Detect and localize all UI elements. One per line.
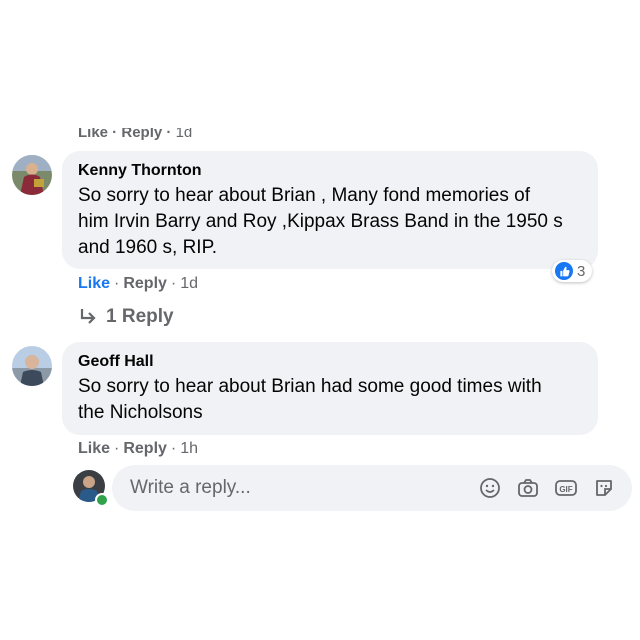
reaction-badge[interactable]: 3 bbox=[552, 260, 593, 282]
gif-icon[interactable]: GIF bbox=[554, 476, 578, 500]
comment-line: him Irvin Barry and Roy ,Kippax Brass Ba… bbox=[78, 211, 563, 232]
online-status-dot bbox=[95, 493, 109, 507]
comment-line: and 1960 s, RIP. bbox=[78, 237, 218, 258]
comment-author[interactable]: Geoff Hall bbox=[78, 352, 584, 372]
comment-line: So sorry to hear about Brian had some go… bbox=[78, 376, 542, 397]
emoji-icon[interactable] bbox=[478, 476, 502, 500]
reply-composer: GIF bbox=[112, 465, 632, 511]
comment-line: So sorry to hear about Brian , Many fond… bbox=[78, 185, 530, 206]
like-link[interactable]: Like bbox=[78, 275, 110, 292]
thumbs-up-icon bbox=[555, 262, 573, 280]
comment-text: So sorry to hear about Brian had some go… bbox=[78, 374, 584, 426]
timestamp[interactable]: 1h bbox=[180, 440, 198, 457]
comment-actions: Like · Reply · 1h bbox=[78, 440, 199, 457]
top-clip bbox=[0, 0, 640, 128]
comment-line: the Nicholsons bbox=[78, 402, 203, 423]
svg-text:GIF: GIF bbox=[559, 485, 572, 494]
reply-input[interactable] bbox=[128, 476, 478, 500]
replies-count: 1 Reply bbox=[106, 306, 174, 327]
avatar[interactable] bbox=[12, 155, 52, 195]
timestamp[interactable]: 1d bbox=[180, 275, 198, 292]
comment-text: So sorry to hear about Brian , Many fond… bbox=[78, 183, 584, 261]
avatar[interactable] bbox=[12, 346, 52, 386]
reaction-count: 3 bbox=[577, 262, 586, 280]
camera-icon[interactable] bbox=[516, 476, 540, 500]
comment-bubble: Kenny Thornton So sorry to hear about Br… bbox=[62, 151, 598, 269]
reply-link[interactable]: Reply bbox=[123, 275, 167, 292]
view-replies-link[interactable]: 1 Reply bbox=[78, 306, 174, 328]
reply-link[interactable]: Reply bbox=[123, 440, 167, 457]
like-link[interactable]: Like bbox=[78, 440, 110, 457]
composer-tools: GIF bbox=[478, 476, 616, 500]
comment-author[interactable]: Kenny Thornton bbox=[78, 161, 584, 181]
sticker-icon[interactable] bbox=[592, 476, 616, 500]
comment-bubble: Geoff Hall So sorry to hear about Brian … bbox=[62, 342, 598, 435]
comment-actions: Like · Reply · 1d bbox=[78, 275, 199, 292]
reply-arrow-icon bbox=[80, 309, 96, 324]
